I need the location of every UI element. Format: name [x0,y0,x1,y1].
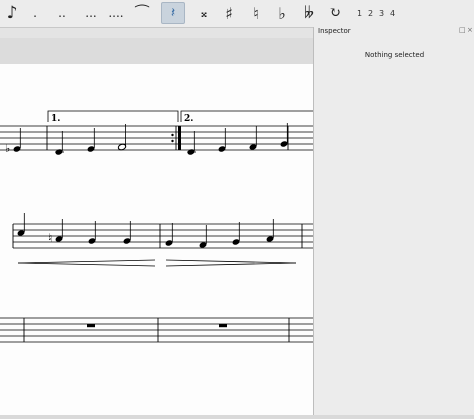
flat-accidental: ♭ [5,142,10,155]
flip-direction-icon[interactable]: ↻ [326,2,344,24]
note [88,221,96,244]
inspector-title: Inspector [318,27,351,35]
note [55,131,64,155]
flat-icon[interactable]: ♭ [274,2,290,24]
repeat-dot [171,139,174,143]
whole-rest [219,324,227,328]
double-flat-icon[interactable]: 𝄫 [299,2,319,24]
inspector-header: Inspector □ × [314,26,474,37]
staff-system-2 [13,223,313,249]
whole-rest [87,324,95,328]
close-panel-icon[interactable]: × [467,26,473,34]
note-natural-b: ♮ [48,219,63,245]
note [187,131,196,155]
volta-1-bracket [47,110,179,122]
dot-icon[interactable]: . [28,2,42,24]
eighth-note-icon[interactable]: ♪ [3,2,21,24]
voice-4-button[interactable]: 4 [388,2,397,24]
score-notation: 1. 2. ♭ ♮ [0,110,313,343]
volta-2-label: 2. [184,114,193,124]
note [232,222,240,245]
float-panel-icon[interactable]: □ [459,26,466,34]
diminuendo-hairpin [17,259,156,267]
volta-1-label: 1. [51,114,60,124]
score-canvas-background [0,38,313,65]
note-input-toolbar: ♪ . .. ... .... ⁀ 𝄽 𝄪 ♯ ♮ ♭ 𝄫 ↻ 1 2 3 4 [0,0,474,28]
inspector-body: Nothing selected [314,37,474,415]
rest-icon[interactable]: 𝄽 [161,2,185,24]
inspector-panel: Inspector □ × Nothing selected [313,26,474,415]
voice-3-button[interactable]: 3 [377,2,386,24]
tie-icon[interactable]: ⁀ [133,2,151,24]
inspector-empty-message: Nothing selected [364,51,425,59]
score-page[interactable]: 1. 2. ♭ ♮ [0,64,313,415]
voice-2-button[interactable]: 2 [366,2,375,24]
repeat-barline-thick [178,126,181,150]
double-sharp-icon[interactable]: 𝄪 [196,2,212,24]
voice-1-button[interactable]: 1 [355,2,364,24]
note [17,213,25,236]
diminuendo-hairpin [165,259,297,267]
note [165,223,173,246]
note [280,123,288,147]
repeat-dot [171,133,174,137]
double-dot-icon[interactable]: .. [54,2,70,24]
quadruple-dot-icon[interactable]: .... [106,2,126,24]
triple-dot-icon[interactable]: ... [82,2,100,24]
note [266,219,274,242]
staff-system-3 [0,317,313,343]
volta-2-bracket [180,110,313,122]
note [199,225,207,248]
natural-icon[interactable]: ♮ [248,2,264,24]
half-note [117,124,127,151]
natural-accidental: ♮ [48,231,52,245]
note [123,221,131,244]
sharp-icon[interactable]: ♯ [221,2,237,24]
